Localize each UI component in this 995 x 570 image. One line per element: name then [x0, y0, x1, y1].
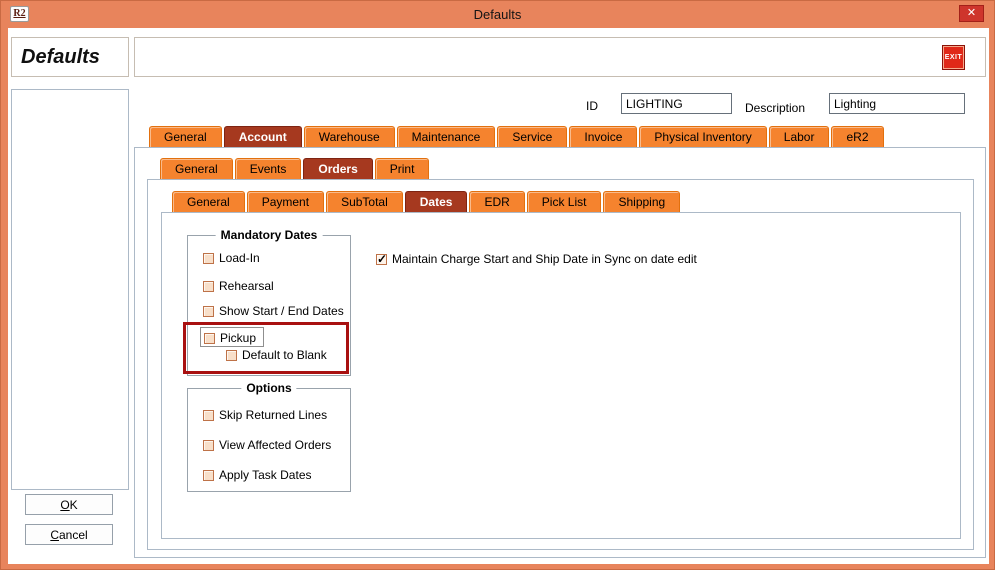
tab-orders[interactable]: Orders: [303, 158, 372, 179]
tab-general-2[interactable]: General: [160, 158, 233, 179]
exit-button-label: EXIT: [945, 54, 963, 61]
mandatory-dates-title: Mandatory Dates: [216, 228, 323, 242]
default-to-blank-label: Default to Blank: [242, 348, 327, 362]
description-label: Description: [745, 101, 805, 115]
defaults-list[interactable]: [11, 89, 129, 490]
id-input[interactable]: [621, 93, 732, 114]
checkbox-default-to-blank[interactable]: Default to Blank: [226, 348, 327, 362]
window-title: Defaults: [1, 7, 994, 22]
checkbox-view-affected-orders[interactable]: View Affected Orders: [203, 438, 331, 452]
rehearsal-label: Rehearsal: [219, 279, 274, 293]
checkbox-apply-task-dates[interactable]: Apply Task Dates: [203, 468, 312, 482]
ok-button[interactable]: OK: [25, 494, 113, 515]
checkbox-load-in[interactable]: Load-In: [203, 251, 260, 265]
checkbox-pickup[interactable]: Pickup: [204, 331, 256, 345]
maintain-charge-sync-label: Maintain Charge Start and Ship Date in S…: [392, 252, 697, 266]
tab-physical-inventory[interactable]: Physical Inventory: [639, 126, 766, 147]
maintain-charge-sync-checkbox-icon[interactable]: [376, 254, 387, 265]
tab-edr[interactable]: EDR: [469, 191, 524, 212]
tab-general-3[interactable]: General: [172, 191, 245, 212]
tab-warehouse[interactable]: Warehouse: [304, 126, 395, 147]
tab-events[interactable]: Events: [235, 158, 302, 179]
checkbox-show-start-end-dates[interactable]: Show Start / End Dates: [203, 304, 344, 318]
skip-returned-lines-checkbox-icon[interactable]: [203, 410, 214, 421]
default-to-blank-checkbox-icon[interactable]: [226, 350, 237, 361]
view-affected-orders-checkbox-icon[interactable]: [203, 440, 214, 451]
tab-er2[interactable]: eR2: [831, 126, 883, 147]
tab-general-1[interactable]: General: [149, 126, 222, 147]
load-in-label: Load-In: [219, 251, 260, 265]
ok-button-label: OK: [60, 498, 77, 512]
apply-task-dates-label: Apply Task Dates: [219, 468, 312, 482]
tab-maintenance[interactable]: Maintenance: [397, 126, 496, 147]
checkbox-skip-returned-lines[interactable]: Skip Returned Lines: [203, 408, 327, 422]
checkbox-rehearsal[interactable]: Rehearsal: [203, 279, 274, 293]
tab-print[interactable]: Print: [375, 158, 430, 179]
exit-button[interactable]: EXIT: [942, 45, 965, 70]
tab-row-level3: General Payment SubTotal Dates EDR Pick …: [172, 191, 680, 212]
close-icon[interactable]: ✕: [959, 5, 984, 22]
rehearsal-checkbox-icon[interactable]: [203, 281, 214, 292]
load-in-checkbox-icon[interactable]: [203, 253, 214, 264]
tab-shipping[interactable]: Shipping: [603, 191, 680, 212]
pickup-label: Pickup: [220, 331, 256, 345]
tab-pick-list[interactable]: Pick List: [527, 191, 602, 212]
page-title: Defaults: [12, 38, 128, 76]
pickup-checkbox-icon[interactable]: [204, 333, 215, 344]
tab-row-level1: General Account Warehouse Maintenance Se…: [149, 126, 884, 147]
view-affected-orders-label: View Affected Orders: [219, 438, 331, 452]
skip-returned-lines-label: Skip Returned Lines: [219, 408, 327, 422]
description-input[interactable]: [829, 93, 965, 114]
tab-account[interactable]: Account: [224, 126, 302, 147]
tab-subtotal[interactable]: SubTotal: [326, 191, 403, 212]
defaults-window: R2 Defaults ✕ Defaults OK Cancel EXIT ID…: [0, 0, 995, 570]
tab-row-level2: General Events Orders Print: [160, 158, 429, 179]
tab-service[interactable]: Service: [497, 126, 567, 147]
show-start-end-label: Show Start / End Dates: [219, 304, 344, 318]
show-start-end-checkbox-icon[interactable]: [203, 306, 214, 317]
cancel-button-label: Cancel: [50, 528, 87, 542]
apply-task-dates-checkbox-icon[interactable]: [203, 470, 214, 481]
tab-payment[interactable]: Payment: [247, 191, 324, 212]
tab-labor[interactable]: Labor: [769, 126, 830, 147]
cancel-button[interactable]: Cancel: [25, 524, 113, 545]
left-heading-box: Defaults: [11, 37, 129, 77]
id-label: ID: [586, 99, 598, 113]
checkbox-maintain-charge-sync[interactable]: Maintain Charge Start and Ship Date in S…: [376, 252, 697, 266]
tab-dates[interactable]: Dates: [405, 191, 468, 212]
options-title: Options: [241, 381, 296, 395]
title-bar[interactable]: R2 Defaults ✕: [1, 1, 994, 28]
tab-invoice[interactable]: Invoice: [569, 126, 637, 147]
toolbar-strip: [134, 37, 986, 77]
